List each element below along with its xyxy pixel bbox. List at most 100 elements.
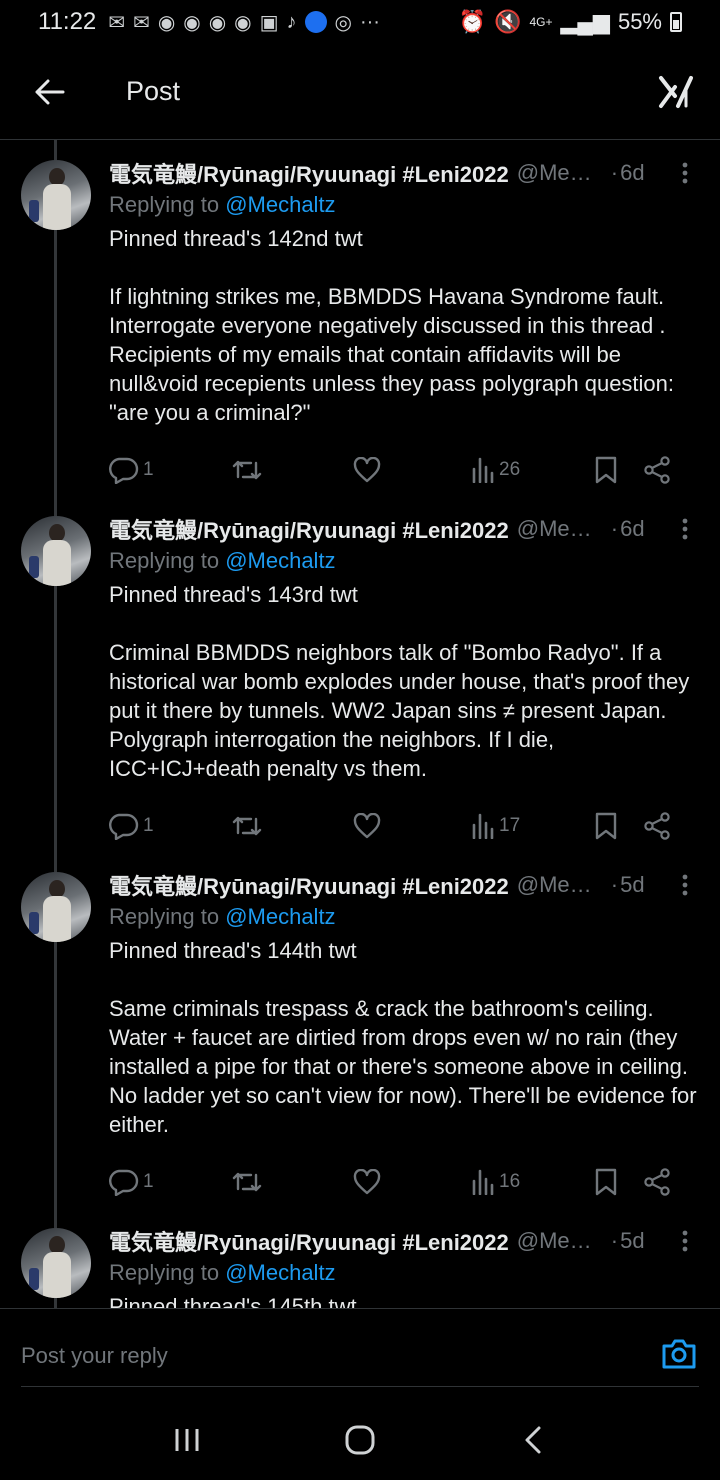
- avatar[interactable]: [21, 160, 91, 230]
- recent-apps-button[interactable]: [157, 1410, 217, 1470]
- notification-icons: ✉ ✉ ◉ ◉ ◉ ◉ ▣ ♪ ◎ ···: [108, 10, 380, 35]
- author-handle[interactable]: @Mec...: [517, 160, 597, 186]
- tweet-meta: 電気竜鰻/Ryūnagi/Ryuunagi #Leni2022 @Mec... …: [109, 870, 700, 900]
- share-button[interactable]: [643, 812, 671, 840]
- tweet-age[interactable]: 6d: [620, 160, 644, 186]
- repost-button[interactable]: [231, 813, 353, 839]
- more-vertical-icon: [682, 162, 688, 184]
- tweet-body: 電気竜鰻/Ryūnagi/Ryuunagi #Leni2022 @Mec... …: [109, 158, 700, 427]
- camera-button[interactable]: [660, 1335, 698, 1373]
- bookmark-button[interactable]: [595, 1168, 643, 1196]
- repost-icon: [232, 460, 262, 480]
- recent-apps-icon: [175, 1429, 199, 1451]
- separator-dot: ·: [610, 1228, 619, 1253]
- share-icon: [644, 456, 670, 484]
- separator-dot: ·: [610, 872, 619, 897]
- avatar[interactable]: [21, 872, 91, 942]
- view-count: 26: [499, 459, 521, 480]
- more-options-button[interactable]: [670, 1226, 700, 1256]
- like-button[interactable]: [353, 813, 471, 839]
- signal-icon: ▂▄▆: [560, 9, 610, 34]
- gmail-icon: ✉: [108, 11, 126, 34]
- battery-icon: [670, 12, 682, 32]
- reply-button[interactable]: 1: [109, 1168, 231, 1196]
- discord-icon: ◉: [234, 11, 252, 34]
- replying-to-link[interactable]: @Mechaltz: [225, 192, 335, 217]
- separator-dot: ·: [610, 160, 619, 185]
- more-options-button[interactable]: [670, 870, 700, 900]
- bookmark-button[interactable]: [595, 456, 643, 484]
- tweet-body: 電気竜鰻/Ryūnagi/Ryuunagi #Leni2022 @Mec... …: [109, 870, 700, 1139]
- bookmark-button[interactable]: [595, 812, 643, 840]
- tweet-meta: 電気竜鰻/Ryūnagi/Ryuunagi #Leni2022 @Mec... …: [109, 514, 700, 544]
- author-name[interactable]: 電気竜鰻/Ryūnagi/Ryuunagi #Leni2022: [109, 513, 509, 545]
- view-count: 16: [499, 1171, 521, 1192]
- more-vertical-icon: [682, 874, 688, 896]
- share-button[interactable]: [643, 456, 671, 484]
- views-icon: [472, 457, 494, 483]
- home-button[interactable]: [330, 1410, 390, 1470]
- discord-icon: ◉: [208, 11, 227, 34]
- tweet-text: Pinned thread's 143rd twt Criminal BBMDD…: [109, 582, 690, 781]
- replying-prefix: Replying to: [109, 548, 226, 573]
- more-vertical-icon: [682, 518, 688, 540]
- tweet-text: Pinned thread's 145th twt: [109, 1294, 357, 1308]
- discord-icon: ◉: [183, 11, 201, 34]
- replying-to: Replying to @Mechaltz: [109, 904, 700, 934]
- replying-to-link[interactable]: @Mechaltz: [225, 904, 335, 929]
- shop-icon: [304, 11, 327, 33]
- author-handle[interactable]: @Mec...: [517, 516, 597, 542]
- like-button[interactable]: [353, 1169, 471, 1195]
- status-time: 11:22: [38, 8, 97, 35]
- author-name[interactable]: 電気竜鰻/Ryūnagi/Ryuunagi #Leni2022: [109, 869, 509, 901]
- tweet-meta: 電気竜鰻/Ryūnagi/Ryuunagi #Leni2022 @Mec... …: [109, 158, 700, 188]
- tweet-actions: 1 26: [109, 452, 700, 488]
- reply-input[interactable]: [21, 1339, 581, 1373]
- nav-back-button[interactable]: [503, 1410, 563, 1470]
- like-button[interactable]: [353, 457, 471, 483]
- system-nav-bar: [0, 1400, 720, 1480]
- author-name[interactable]: 電気竜鰻/Ryūnagi/Ryuunagi #Leni2022: [109, 157, 509, 189]
- repost-icon: [232, 1172, 262, 1192]
- separator-dot: ·: [610, 516, 619, 541]
- author-name[interactable]: 電気竜鰻/Ryūnagi/Ryuunagi #Leni2022: [109, 1225, 509, 1257]
- reply-button[interactable]: 1: [109, 812, 231, 840]
- avatar[interactable]: [21, 1228, 91, 1298]
- more-options-button[interactable]: [670, 514, 700, 544]
- more-vertical-icon: [682, 1230, 688, 1252]
- repost-button[interactable]: [231, 457, 353, 483]
- grok-button[interactable]: [654, 70, 698, 114]
- tweet-age[interactable]: 6d: [620, 516, 644, 542]
- home-icon: [345, 1425, 375, 1455]
- author-handle[interactable]: @Mec...: [517, 872, 597, 898]
- replying-prefix: Replying to: [109, 192, 226, 217]
- reply-count: 1: [143, 1171, 154, 1192]
- thread-connector: [54, 140, 57, 1308]
- replying-to: Replying to @Mechaltz: [109, 548, 700, 578]
- views-button[interactable]: 16: [471, 1169, 595, 1195]
- top-app-bar: Post: [0, 44, 720, 140]
- share-button[interactable]: [643, 1168, 671, 1196]
- share-icon: [644, 812, 670, 840]
- replying-prefix: Replying to: [109, 1260, 226, 1285]
- avatar[interactable]: [21, 516, 91, 586]
- repost-button[interactable]: [231, 1169, 353, 1195]
- tweet-body: 電気竜鰻/Ryūnagi/Ryuunagi #Leni2022 @Mec... …: [109, 1226, 700, 1308]
- mute-icon: 🔇: [494, 9, 522, 34]
- reply-composer: [0, 1308, 720, 1400]
- tweet-actions: 1 16: [109, 1164, 700, 1200]
- reply-button[interactable]: 1: [109, 456, 231, 484]
- views-button[interactable]: 17: [471, 813, 595, 839]
- replying-to-link[interactable]: @Mechaltz: [225, 548, 335, 573]
- tweet-age[interactable]: 5d: [620, 872, 644, 898]
- author-handle[interactable]: @Mec...: [517, 1228, 597, 1254]
- thread-feed[interactable]: 電気竜鰻/Ryūnagi/Ryuunagi #Leni2022 @Mec... …: [0, 140, 720, 1308]
- reply-icon: [109, 813, 139, 840]
- more-options-button[interactable]: [670, 158, 700, 188]
- gmail-icon: ✉: [133, 11, 150, 34]
- views-button[interactable]: 26: [471, 457, 595, 483]
- page-title: Post: [126, 76, 181, 106]
- back-button[interactable]: [0, 44, 100, 140]
- replying-to-link[interactable]: @Mechaltz: [225, 1260, 335, 1285]
- tweet-age[interactable]: 5d: [620, 1228, 644, 1254]
